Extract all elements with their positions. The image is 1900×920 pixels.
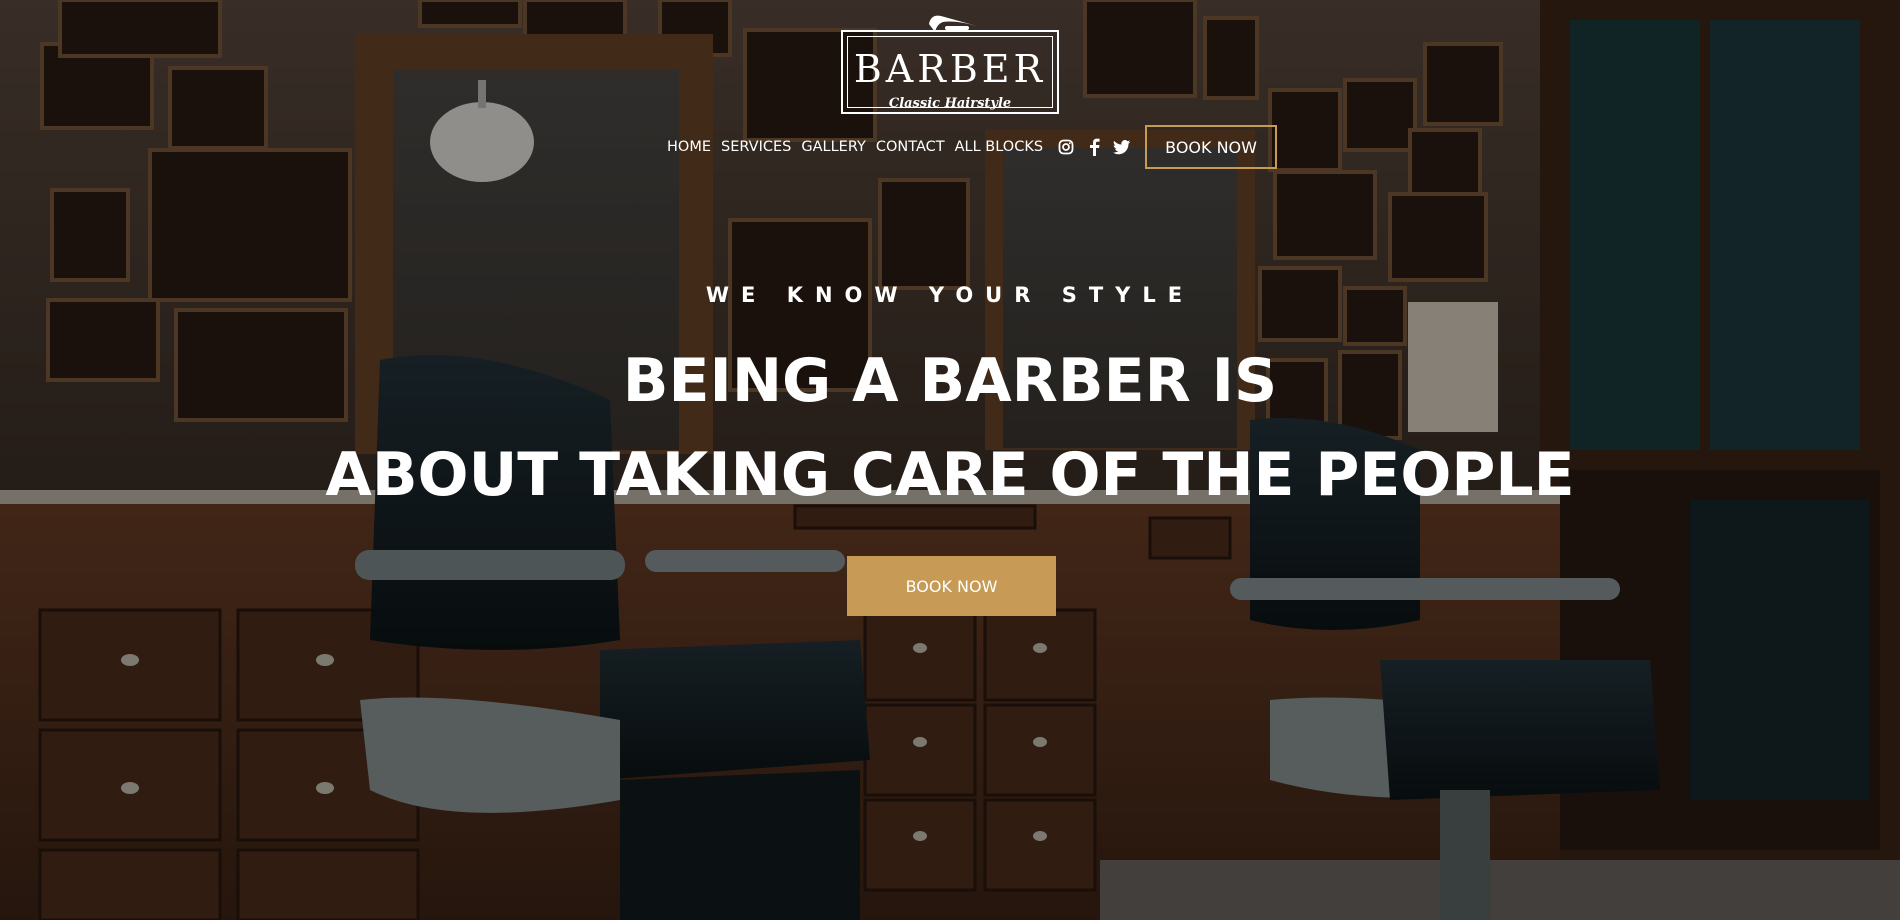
- social-links: [1057, 138, 1141, 156]
- nav-link-services[interactable]: SERVICES: [721, 139, 791, 155]
- nav-link-all-blocks[interactable]: ALL BLOCKS: [955, 139, 1043, 155]
- facebook-icon[interactable]: [1085, 138, 1103, 156]
- logo-subtitle: Classic Hairstyle: [888, 96, 1012, 111]
- hero-headline-line-1: BEING A BARBER IS: [622, 346, 1278, 416]
- hero-headline-line-2: ABOUT TAKING CARE OF THE PEOPLE: [325, 440, 1575, 510]
- logo-wordmark: BARBER: [853, 47, 1047, 91]
- nav-book-now-button[interactable]: BOOK NOW: [1145, 125, 1278, 169]
- hero-headline: BEING A BARBER IS ABOUT TAKING CARE OF T…: [0, 334, 1900, 522]
- nav-link-home[interactable]: HOME: [667, 139, 711, 155]
- twitter-icon[interactable]: [1113, 138, 1131, 156]
- site-logo[interactable]: BARBER Classic Hairstyle: [841, 12, 1063, 120]
- hero-tagline: WE KNOW YOUR STYLE: [705, 283, 1195, 307]
- nav-link-gallery[interactable]: GALLERY: [801, 139, 865, 155]
- hero-book-now-button[interactable]: BOOK NOW: [847, 556, 1056, 616]
- nav-link-contact[interactable]: CONTACT: [876, 139, 945, 155]
- main-navigation: HOME SERVICES GALLERY CONTACT ALL BLOCKS: [667, 124, 1278, 170]
- instagram-icon[interactable]: [1057, 138, 1075, 156]
- hero-section: BARBER Classic Hairstyle HOME SERVICES G…: [0, 0, 1900, 920]
